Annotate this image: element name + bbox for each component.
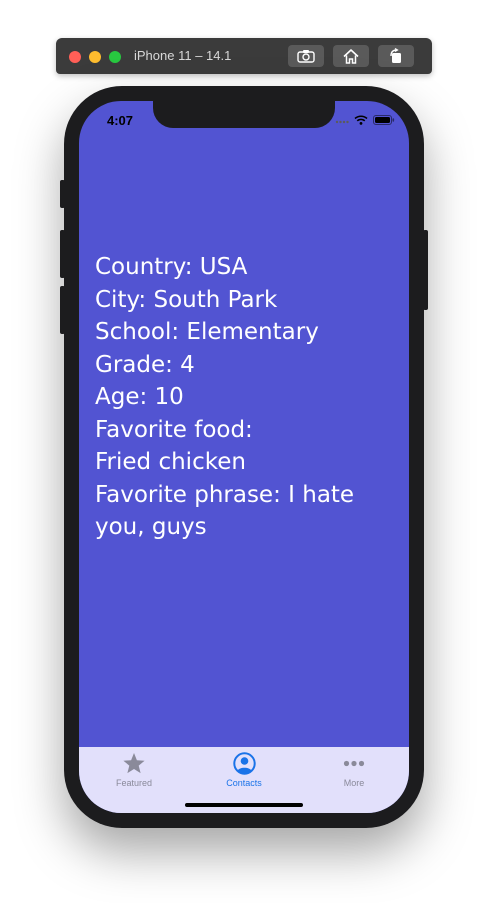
minimize-window-button[interactable] bbox=[89, 51, 101, 63]
mute-switch bbox=[60, 180, 65, 208]
screenshot-button[interactable] bbox=[288, 45, 324, 67]
rotate-button[interactable] bbox=[378, 45, 414, 67]
city-text: City: South Park bbox=[95, 286, 278, 313]
home-button[interactable] bbox=[333, 45, 369, 67]
country-text: Country: USA bbox=[95, 254, 248, 280]
battery-icon bbox=[373, 115, 395, 125]
tab-contacts-label: Contacts bbox=[226, 778, 262, 788]
notch bbox=[153, 101, 335, 128]
favorite-phrase-text: Favorite phrase: I hate you, guys bbox=[95, 481, 355, 541]
device-screen: 4:07 Country: USA City: South Park Schoo… bbox=[79, 101, 409, 813]
simulator-titlebar: iPhone 11 – 14.1 bbox=[56, 38, 432, 74]
profile-details: Country: USA City: South Park School: El… bbox=[95, 251, 375, 544]
rotate-icon bbox=[390, 48, 401, 63]
status-time: 4:07 bbox=[107, 113, 134, 128]
camera-icon bbox=[297, 50, 315, 63]
more-icon bbox=[343, 760, 365, 767]
wifi-icon bbox=[354, 115, 368, 125]
grade-text: Grade: 4 bbox=[95, 351, 195, 378]
age-text: Age: 10 bbox=[95, 384, 184, 410]
tab-more-label: More bbox=[343, 778, 365, 788]
volume-down-button bbox=[60, 286, 65, 334]
volume-up-button bbox=[60, 230, 65, 278]
simulator-title: iPhone 11 – 14.1 bbox=[134, 48, 232, 63]
favorite-food-value: Fried chicken bbox=[95, 449, 246, 475]
status-icons bbox=[335, 115, 395, 125]
person-circle-icon bbox=[232, 752, 256, 775]
school-text: School: Elementary bbox=[95, 319, 319, 345]
home-icon bbox=[343, 48, 359, 64]
close-window-button[interactable] bbox=[69, 51, 81, 63]
tab-more[interactable]: More bbox=[299, 752, 409, 788]
star-icon bbox=[123, 753, 145, 774]
tab-featured-label: Featured bbox=[115, 778, 153, 788]
zoom-window-button[interactable] bbox=[109, 51, 121, 63]
tab-contacts[interactable]: Contacts bbox=[189, 752, 299, 788]
power-button bbox=[423, 230, 428, 310]
favorite-food-label: Favorite food: bbox=[95, 416, 253, 443]
cellular-signal-icon bbox=[335, 120, 349, 124]
home-indicator[interactable] bbox=[185, 803, 303, 807]
tab-featured[interactable]: Featured bbox=[79, 752, 189, 788]
